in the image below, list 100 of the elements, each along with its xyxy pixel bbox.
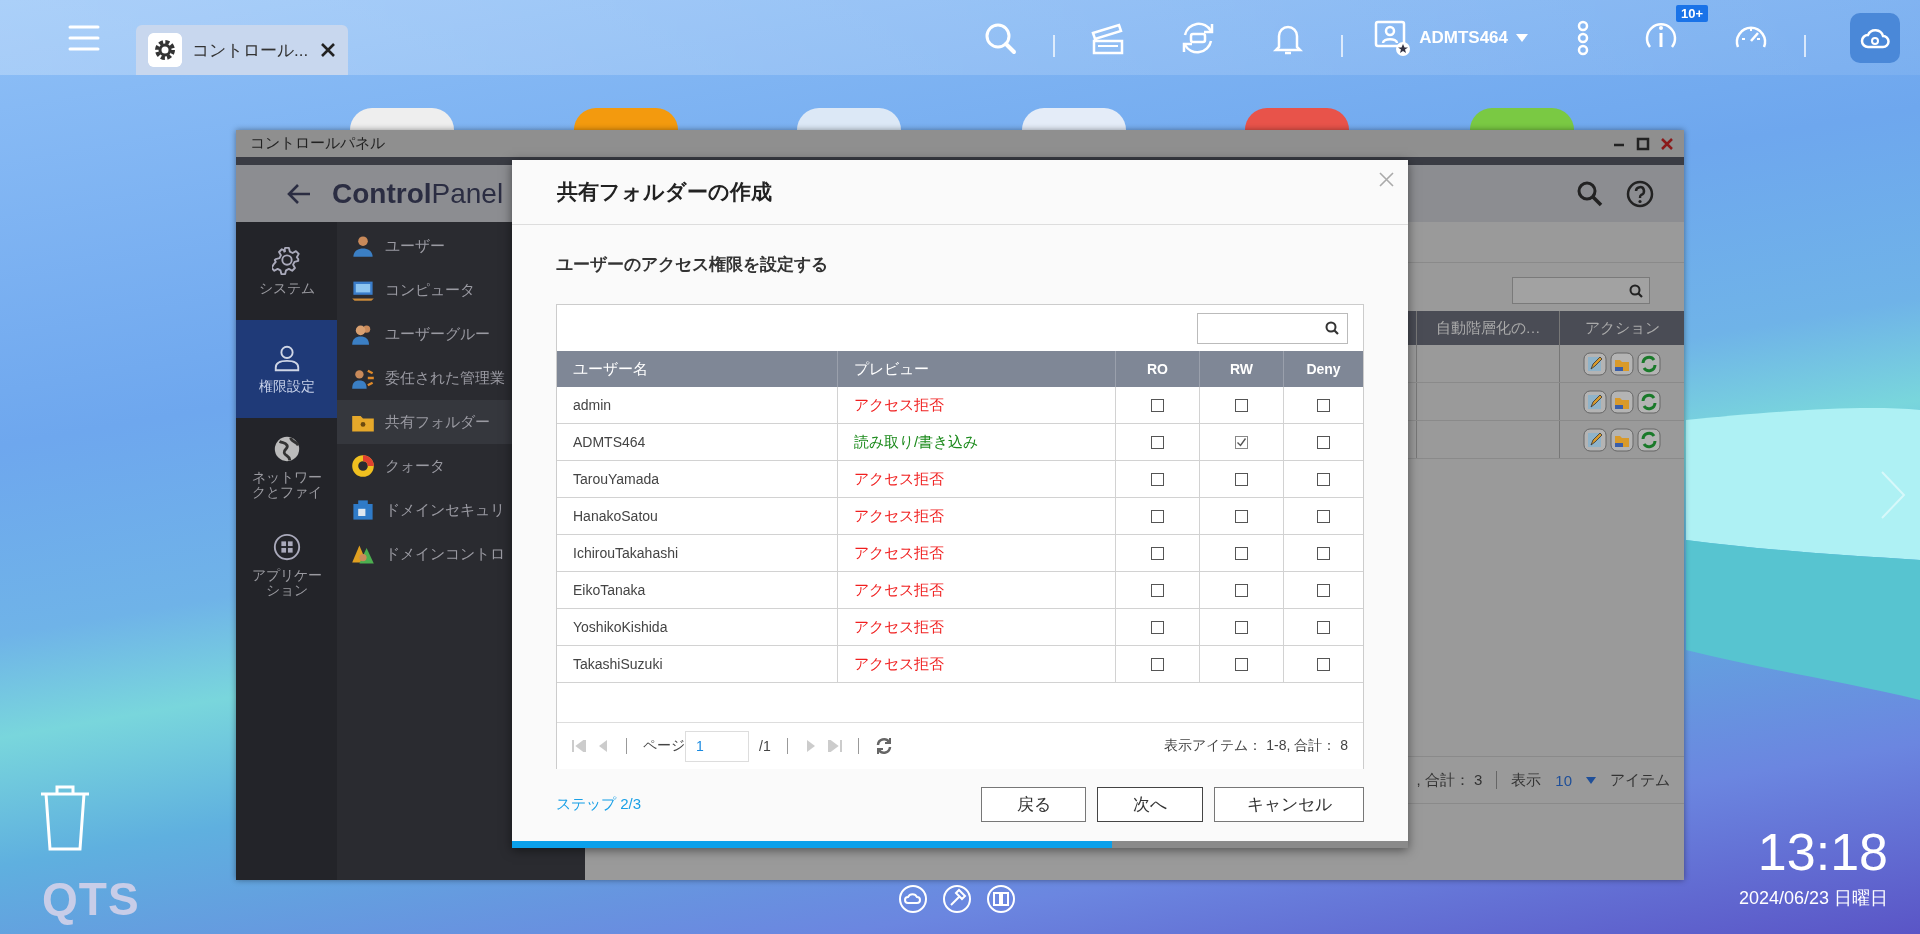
app-icon[interactable] — [1245, 108, 1349, 130]
nav-item[interactable]: アプリケーション — [236, 516, 337, 614]
section-heading: ユーザーのアクセス権限を設定する — [556, 254, 828, 276]
column-header: ユーザー名 — [557, 351, 838, 387]
folder-icon[interactable] — [1610, 351, 1634, 376]
checkbox[interactable] — [1317, 472, 1330, 486]
table-cell: YoshikoKishida — [557, 609, 838, 645]
folder-icon[interactable] — [1610, 389, 1634, 414]
nav-item[interactable]: 権限設定 — [236, 320, 337, 418]
checkbox[interactable] — [1317, 398, 1330, 412]
table-cell: HanakoSatou — [557, 498, 838, 534]
book-icon[interactable] — [986, 884, 1016, 914]
checkbox[interactable] — [1317, 435, 1330, 449]
nav-item[interactable]: ネットワークとファイ — [236, 418, 337, 516]
column-header: RO — [1116, 351, 1200, 387]
cloud-icon — [1860, 26, 1890, 49]
column-header: RW — [1200, 351, 1284, 387]
checkbox[interactable] — [1151, 546, 1164, 560]
checkbox[interactable] — [1235, 435, 1248, 449]
refresh-icon[interactable] — [1637, 389, 1661, 414]
search-icon[interactable] — [1576, 179, 1604, 208]
app-icon[interactable] — [1022, 108, 1126, 130]
checkbox[interactable] — [1235, 620, 1248, 634]
window-title: コントロールパネル — [250, 134, 385, 153]
checkbox[interactable] — [1235, 509, 1248, 523]
table-cell: アクセス拒否 — [838, 646, 1116, 682]
checkbox[interactable] — [1235, 583, 1248, 597]
checkbox[interactable] — [1235, 546, 1248, 560]
app-tab[interactable]: コントロール... — [136, 25, 348, 75]
pencil-icon[interactable] — [1583, 389, 1607, 414]
caret-icon — [1516, 33, 1528, 42]
notification-badge: 10+ — [1676, 4, 1709, 22]
checkbox[interactable] — [1151, 620, 1164, 634]
table-cell: TakashiSuzuki — [557, 646, 838, 682]
column-header: Deny — [1305, 360, 1342, 379]
table-cell: アクセス拒否 — [838, 498, 1116, 534]
cloud-icon[interactable] — [898, 884, 928, 914]
search-field[interactable] — [1197, 312, 1348, 344]
dialog-button[interactable]: 次へ — [1097, 786, 1203, 822]
user-name: ADMTS464 — [1419, 27, 1508, 48]
column-header: アクション — [1559, 311, 1684, 345]
checkbox[interactable] — [1317, 509, 1330, 523]
search-field[interactable] — [1512, 277, 1650, 304]
column-header: 自動階層化の… — [1416, 311, 1559, 345]
gear-icon — [271, 245, 302, 276]
app-name: ControlPanel — [332, 177, 504, 210]
refresh-icon[interactable] — [1637, 351, 1661, 376]
table-cell: ADMTS464 — [557, 424, 838, 460]
hammer-icon[interactable] — [942, 884, 972, 914]
table-cell: 読み取り/書き込み — [838, 424, 1116, 460]
more-options-icon[interactable] — [1576, 18, 1590, 57]
table-cell: アクセス拒否 — [838, 609, 1116, 645]
pencil-icon[interactable] — [1583, 351, 1607, 376]
clock-time: 13:18 — [1757, 822, 1888, 882]
checkbox[interactable] — [1235, 472, 1248, 486]
id-card-icon — [351, 498, 375, 522]
checkbox[interactable] — [1317, 657, 1330, 671]
items-label: アイテム — [1610, 770, 1670, 790]
page-size-value[interactable]: 10 — [1555, 771, 1572, 789]
refresh-icon[interactable] — [874, 737, 893, 755]
maximize-icon[interactable] — [1636, 136, 1650, 151]
checkbox[interactable] — [1317, 620, 1330, 634]
folder-icon[interactable] — [1610, 427, 1634, 452]
apps-grid-icon — [271, 531, 302, 562]
checkbox[interactable] — [1151, 435, 1164, 449]
person-icon — [351, 234, 375, 258]
checkbox[interactable] — [1235, 398, 1248, 412]
page-label: ページ — [643, 737, 685, 755]
help-icon[interactable] — [1626, 179, 1654, 208]
refresh-icon[interactable] — [1637, 427, 1661, 452]
app-icon[interactable] — [350, 108, 454, 130]
table-cell: IchirouTakahashi — [557, 535, 838, 571]
checkbox[interactable] — [1235, 657, 1248, 671]
nav-item[interactable]: システム — [236, 222, 337, 320]
page-size-label: 表示 — [1511, 770, 1542, 790]
checkbox[interactable] — [1317, 583, 1330, 597]
gear-icon — [148, 33, 182, 67]
caret-icon[interactable] — [1586, 776, 1596, 784]
table-cell: TarouYamada — [557, 461, 838, 497]
item-count-text: , 合計： 3 — [1416, 770, 1483, 790]
checkbox[interactable] — [1151, 472, 1164, 486]
donut-chart-icon — [351, 454, 375, 478]
checkbox[interactable] — [1151, 398, 1164, 412]
table-cell: アクセス拒否 — [838, 572, 1116, 608]
tab-label: コントロール... — [192, 39, 310, 62]
dialog-button[interactable]: キャンセル — [1214, 786, 1364, 822]
dialog-button[interactable]: 戻る — [981, 786, 1086, 822]
checkbox[interactable] — [1317, 546, 1330, 560]
close-icon[interactable] — [320, 42, 336, 58]
checkbox[interactable] — [1151, 657, 1164, 671]
table-cell: アクセス拒否 — [838, 387, 1116, 423]
page-input[interactable]: 1 — [685, 730, 749, 762]
back-arrow-icon[interactable] — [286, 182, 312, 205]
checkbox[interactable] — [1151, 583, 1164, 597]
checkbox[interactable] — [1151, 509, 1164, 523]
page-total: /1 — [759, 738, 771, 754]
cloud-button[interactable] — [1850, 12, 1900, 63]
pencil-icon[interactable] — [1583, 427, 1607, 452]
search-icon — [1325, 321, 1339, 335]
user-icon — [1373, 18, 1412, 57]
